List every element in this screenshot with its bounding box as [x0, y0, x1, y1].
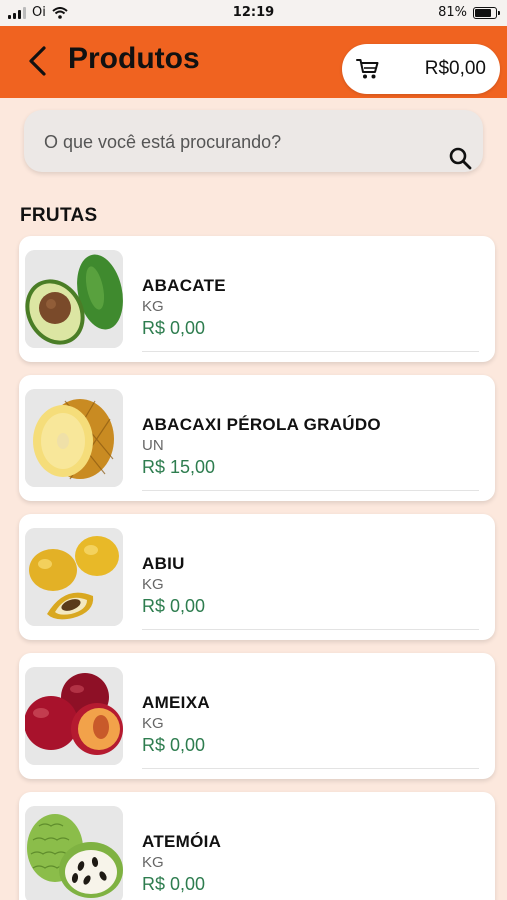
product-price: R$ 0,00 [142, 318, 206, 338]
abiu-image [25, 528, 123, 626]
divider [142, 629, 479, 630]
status-time: 12:19 [232, 5, 275, 20]
search-input[interactable]: O que você está procurando? [24, 110, 483, 172]
product-name: ABACATE [142, 276, 226, 295]
cart-button[interactable]: R$0,00 [342, 44, 500, 94]
section-title: FRUTAS [20, 205, 98, 226]
back-arrow-icon[interactable] [24, 44, 54, 78]
product-unit: KG [142, 715, 164, 732]
pineapple-image [25, 389, 123, 487]
divider [142, 490, 479, 491]
cart-icon [356, 59, 379, 79]
product-name: ABIU [142, 554, 185, 573]
product-unit: KG [142, 854, 164, 871]
cart-total: R$0,00 [424, 58, 486, 79]
status-bar: Oi 12:19 81% [0, 0, 507, 26]
product-price: R$ 0,00 [142, 735, 206, 755]
search-icon[interactable] [448, 146, 472, 170]
product-price: R$ 0,00 [142, 874, 206, 894]
search-placeholder: O que você está procurando? [44, 132, 282, 152]
avocado-image [25, 250, 123, 348]
product-card[interactable]: AMEIXA KG R$ 0,00 [19, 653, 495, 779]
product-card[interactable]: ABACAXI PÉROLA GRAÚDO UN R$ 15,00 [19, 375, 495, 501]
product-name: ABACAXI PÉROLA GRAÚDO [142, 415, 381, 434]
status-right: 81% [438, 5, 500, 20]
product-card[interactable]: ABACATE KG R$ 0,00 [19, 236, 495, 362]
divider [142, 768, 479, 769]
battery-percent: 81% [438, 5, 467, 20]
plum-image [25, 667, 123, 765]
product-unit: KG [142, 298, 164, 315]
page-title: Produtos [68, 42, 200, 75]
product-unit: UN [142, 437, 164, 454]
product-price: R$ 0,00 [142, 596, 206, 616]
product-card[interactable]: ATEMÓIA KG R$ 0,00 [19, 792, 495, 900]
product-price: R$ 15,00 [142, 457, 216, 477]
product-unit: KG [142, 576, 164, 593]
product-name: AMEIXA [142, 693, 210, 712]
product-card[interactable]: ABIU KG R$ 0,00 [19, 514, 495, 640]
atemoya-image [25, 806, 123, 900]
battery-icon [473, 6, 500, 19]
divider [142, 351, 479, 352]
product-name: ATEMÓIA [142, 832, 222, 851]
product-list: ABACATE KG R$ 0,00 ABACAXI PÉROLA GRAÚDO… [19, 236, 495, 900]
battery-level [475, 8, 492, 17]
app-header: Produtos R$0,00 [0, 26, 507, 98]
